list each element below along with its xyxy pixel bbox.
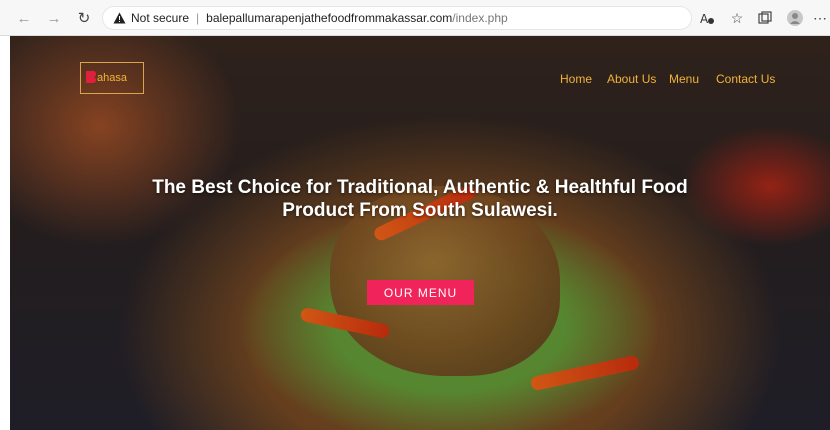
nav-home[interactable]: Home (560, 72, 592, 86)
url-host: balepallumarapenjathefoodfrommakassar.co… (206, 11, 453, 25)
profile-icon[interactable] (785, 8, 805, 28)
security-label: Not secure (131, 11, 190, 25)
logo-text: ahasa (97, 72, 127, 84)
nav-menu[interactable]: Menu (669, 72, 699, 86)
hero-section: ahasa Home About Us Menu Contact Us The … (10, 36, 830, 430)
our-menu-button[interactable]: OUR MENU (367, 280, 474, 305)
back-icon[interactable]: ← (14, 8, 34, 28)
collections-icon[interactable] (755, 8, 775, 28)
headline-line-1: The Best Choice for Traditional, Authent… (152, 177, 688, 198)
favorites-icon[interactable]: ☆ (727, 8, 747, 28)
browser-toolbar: ← → ↻ Not secure | balepallumarapenjathe… (0, 0, 830, 36)
more-icon[interactable]: ⋯ (810, 8, 830, 28)
warning-icon (112, 11, 126, 25)
headline-line-2: Product From South Sulawesi. (282, 200, 558, 221)
read-aloud-icon[interactable]: A (697, 8, 717, 28)
logo-mark-icon (86, 71, 96, 83)
site-logo[interactable]: ahasa (80, 62, 144, 94)
nav-about-us[interactable]: About Us (607, 72, 656, 86)
forward-icon[interactable]: → (44, 8, 64, 28)
refresh-icon[interactable]: ↻ (74, 8, 94, 28)
address-bar[interactable]: Not secure | balepallumarapenjathefoodfr… (102, 6, 692, 30)
hero-headline: The Best Choice for Traditional, Authent… (10, 176, 830, 222)
url-path: /index.php (452, 11, 508, 25)
hero-overlay (10, 36, 830, 430)
svg-text:A: A (700, 12, 709, 25)
nav-contact-us[interactable]: Contact Us (716, 72, 775, 86)
address-separator: | (196, 11, 200, 25)
